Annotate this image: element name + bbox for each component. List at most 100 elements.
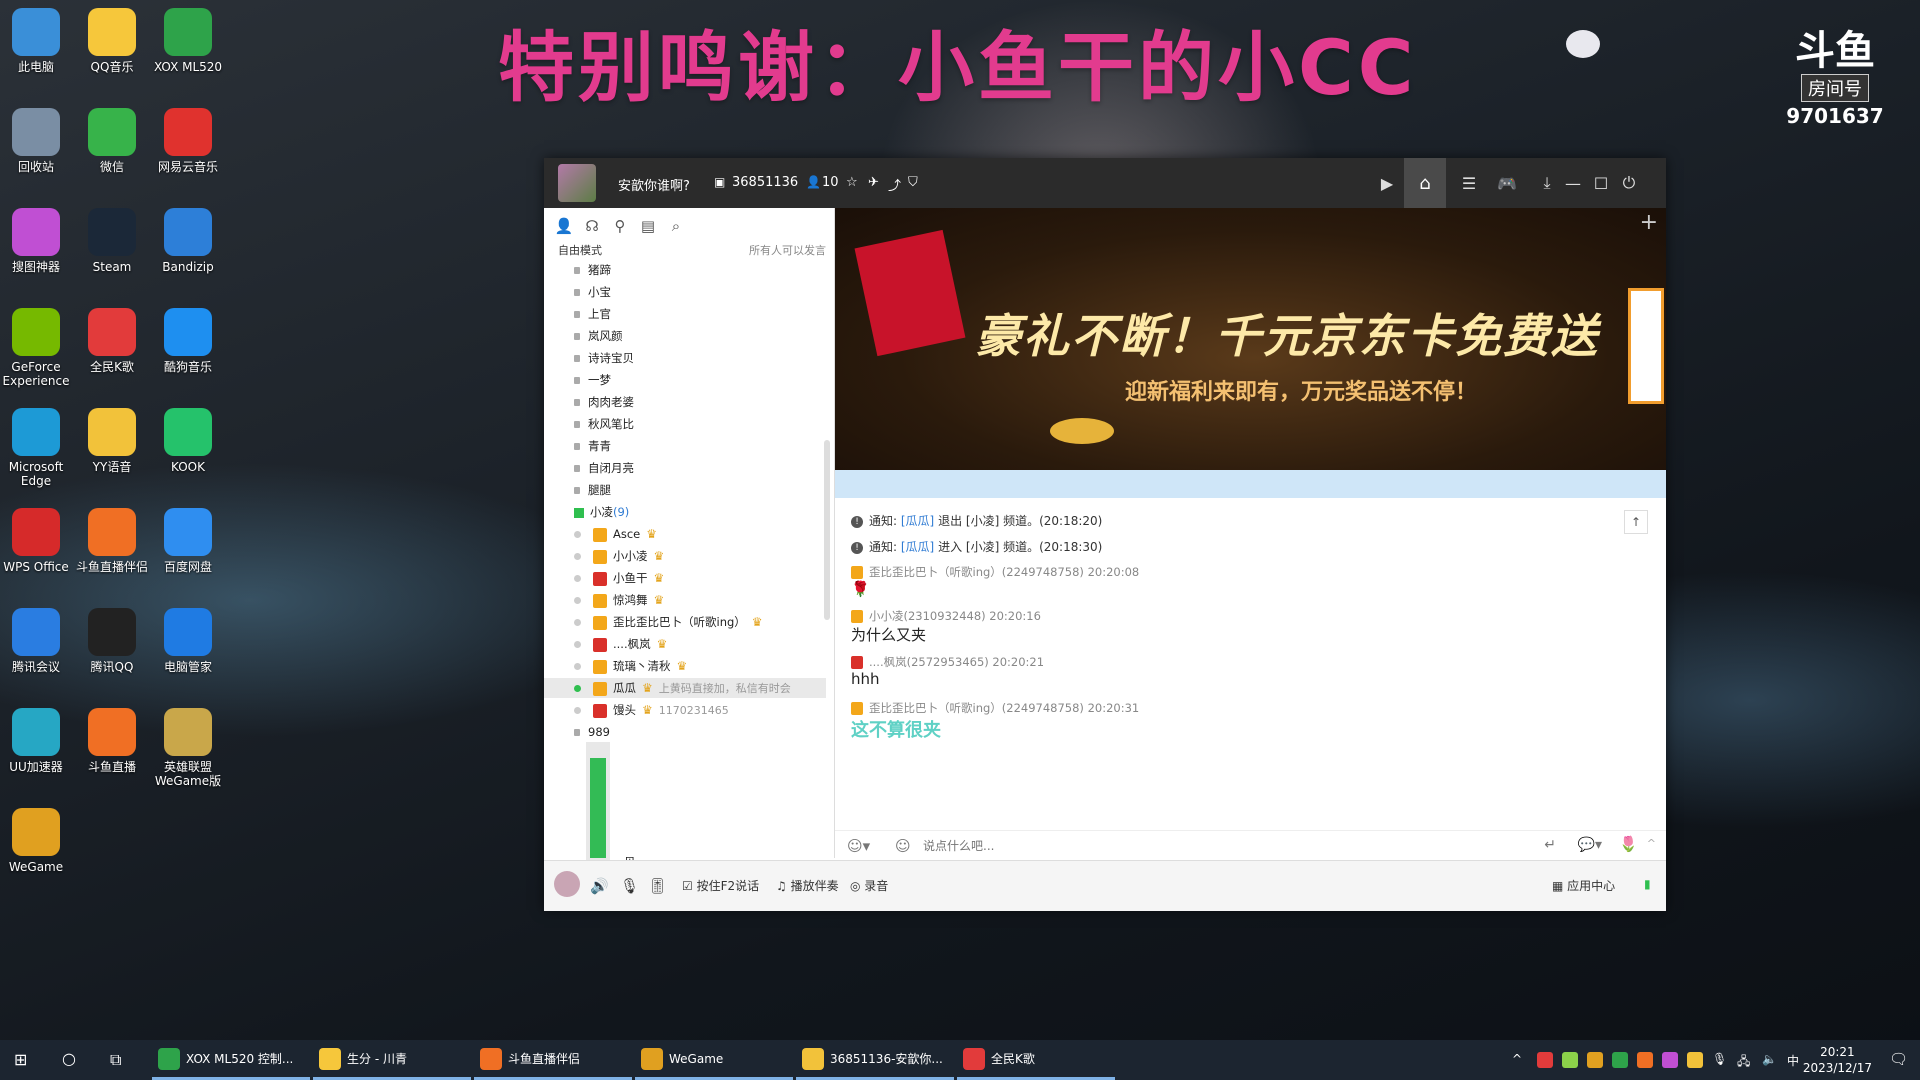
list-icon[interactable]: ☰ [1456, 170, 1482, 196]
speaker-icon[interactable]: 🔊 [590, 877, 609, 895]
channel-item[interactable]: 青青 [574, 436, 611, 456]
gamepad-icon[interactable]: 🎮 [1494, 170, 1520, 196]
channel-item[interactable]: 一梦 [574, 370, 611, 390]
desktop-icon[interactable]: 腾讯会议 [0, 608, 76, 674]
channel-item[interactable]: 小宝 [574, 282, 611, 302]
scroll-top-icon[interactable]: ↑ [1624, 510, 1648, 534]
taskbar-app[interactable]: 斗鱼直播伴侣 [474, 1040, 632, 1080]
send-icon[interactable]: ↵ [1544, 837, 1556, 853]
taskbar-app[interactable]: XOX ML520 控制... [152, 1040, 310, 1080]
chat-sender[interactable]: 歪比歪比巴卜（听歌ing）(2249748758) 20:20:31 [869, 701, 1139, 715]
favorite-icon[interactable]: ☆ [846, 175, 858, 190]
channel-member[interactable]: 瓜瓜 ♛ 上黄码直接加，私信有时会 [544, 678, 826, 698]
desktop-icon[interactable]: YY语音 [72, 408, 152, 474]
tray-app-icon[interactable] [1537, 1052, 1553, 1068]
desktop-icon[interactable]: UU加速器 [0, 708, 76, 774]
plus-icon[interactable]: + [1640, 210, 1658, 235]
tray-app-icon[interactable] [1587, 1052, 1603, 1068]
desktop-icon[interactable]: GeForce Experience [0, 308, 76, 388]
mic-icon[interactable]: 🎙 [620, 877, 639, 895]
desktop-icon[interactable]: 全民K歌 [72, 308, 152, 374]
tray-app-icon[interactable] [1562, 1052, 1578, 1068]
desktop-icon[interactable]: QQ音乐 [72, 8, 152, 74]
channel-item[interactable]: 上官 [574, 304, 611, 324]
play-music-button[interactable]: ♫ 播放伴奏 [776, 877, 839, 894]
windows-start-icon[interactable]: ⊞ [14, 1050, 27, 1069]
search-icon[interactable]: ⌕ [666, 216, 686, 236]
share-icon[interactable]: ⤴ [888, 175, 901, 194]
tray-app-icon[interactable] [1687, 1052, 1703, 1068]
record-button[interactable]: ◎ 录音 [850, 877, 888, 894]
desktop-icon[interactable]: 腾讯QQ [72, 608, 152, 674]
desktop-icon[interactable]: 电脑管家 [148, 608, 228, 674]
flower-icon[interactable]: 🌷 [1619, 835, 1638, 853]
channel-item[interactable]: 肉肉老婆 [574, 392, 634, 412]
at-mention-icon[interactable]: ☺ [895, 837, 911, 855]
channel-member[interactable]: 馒头 ♛ 1170231465 [574, 700, 729, 720]
desktop-icon[interactable]: 英雄联盟 WeGame版 [148, 708, 228, 788]
expand-icon[interactable]: ^ [1647, 837, 1656, 850]
desktop-icon[interactable]: 网易云音乐 [148, 108, 228, 174]
channel-member[interactable]: 小鱼干 ♛ [574, 568, 664, 588]
notice-user-link[interactable]: [瓜瓜] [901, 514, 934, 528]
network-icon[interactable]: 🖧 [1737, 1052, 1753, 1068]
mic-tray-icon[interactable]: 🎙 [1712, 1052, 1728, 1068]
taskbar-app[interactable]: WeGame [635, 1040, 793, 1080]
clock[interactable]: 20:21 2023/12/17 [1803, 1044, 1872, 1076]
home-button[interactable]: ⌂ [1404, 158, 1446, 208]
desktop-icon[interactable]: XOX ML520 [148, 8, 228, 74]
desktop-icon[interactable]: 此电脑 [0, 8, 76, 74]
emoji-game-icon[interactable]: ☺▾ [847, 837, 870, 855]
taskbar-app[interactable]: 生分 - 川青 [313, 1040, 471, 1080]
volume-icon[interactable]: 🔈 [1762, 1052, 1778, 1068]
location-icon[interactable]: ⚲ [610, 216, 630, 236]
chat-bubble-icon[interactable]: 💬▾ [1578, 837, 1602, 853]
desktop-icon[interactable]: 微信 [72, 108, 152, 174]
channel-item[interactable]: 岚风颜 [574, 326, 623, 346]
desktop-icon[interactable]: WeGame [0, 808, 76, 874]
minimize-button[interactable]: — [1560, 170, 1586, 196]
promo-banner[interactable]: 豪礼不断！千元京东卡免费送 迎新福利来即有，万元奖品送不停！ + [835, 208, 1666, 470]
chat-sender[interactable]: 歪比歪比巴卜（听歌ing）(2249748758) 20:20:08 [869, 565, 1139, 579]
window-titlebar[interactable]: 安歆你谁啊? ▣ 36851136 👤 10 ☆ ✈ ⤴ ⛉ ▶ ⌂ ☰ 🎮 ⤓… [544, 158, 1666, 208]
download-icon[interactable]: ⤓ [1534, 170, 1560, 196]
channel-member[interactable]: 惊鸿舞 ♛ [574, 590, 664, 610]
chat-sender[interactable]: ....枫岚(2572953465) 20:20:21 [869, 655, 1044, 669]
channel-member[interactable]: 琉璃丶清秋 ♛ [574, 656, 687, 676]
plane-icon[interactable]: ✈ [868, 175, 879, 190]
desktop-icon[interactable]: WPS Office [0, 508, 76, 574]
tray-chevron-icon[interactable]: ^ [1512, 1052, 1528, 1068]
channel-item[interactable]: 秋风笔比 [574, 414, 634, 434]
desktop-icon[interactable]: 百度网盘 [148, 508, 228, 574]
app-center-button[interactable]: ▦ 应用中心 [1552, 877, 1615, 894]
desktop-icon[interactable]: 斗鱼直播伴侣 [72, 508, 152, 574]
channel-scrollbar[interactable] [824, 440, 830, 620]
channel-avatar[interactable] [558, 164, 596, 202]
desktop-icon[interactable]: 斗鱼直播 [72, 708, 152, 774]
maximize-button[interactable]: ☐ [1588, 170, 1614, 196]
notice-user-link[interactable]: [瓜瓜] [901, 540, 934, 554]
mixer-icon[interactable]: 🎚 [648, 877, 667, 895]
tray-app-icon[interactable] [1662, 1052, 1678, 1068]
shield-icon[interactable]: ⛉ [908, 175, 918, 190]
screen-share-icon[interactable]: ▶ [1374, 170, 1400, 196]
tray-app-icon[interactable] [1637, 1052, 1653, 1068]
headset-icon[interactable]: ☊ [582, 216, 602, 236]
channel-member[interactable]: Asce ♛ [574, 524, 657, 544]
tray-app-icon[interactable] [1612, 1052, 1628, 1068]
channel-member[interactable]: ....枫岚 ♛ [574, 634, 667, 654]
desktop-icon[interactable]: 回收站 [0, 108, 76, 174]
chat-input[interactable] [921, 835, 1325, 857]
user-avatar[interactable] [554, 871, 580, 897]
push-to-talk-button[interactable]: ☑ 按住F2说话 [682, 877, 759, 894]
chat-sender[interactable]: 小小凌(2310932448) 20:20:16 [869, 609, 1041, 623]
channel-group-xiaoling[interactable]: 小凌(9) [574, 502, 629, 522]
ime-indicator[interactable]: 中 [1787, 1052, 1803, 1068]
notes-icon[interactable]: ▤ [638, 216, 658, 236]
desktop-icon[interactable]: Bandizip [148, 208, 228, 274]
volume-meter[interactable] [586, 742, 610, 862]
user-icon[interactable]: 👤 [554, 216, 574, 236]
channel-member[interactable]: 小小凌 ♛ [574, 546, 664, 566]
desktop-icon[interactable]: Microsoft Edge [0, 408, 76, 488]
search-circle-icon[interactable]: ○ [62, 1049, 76, 1068]
